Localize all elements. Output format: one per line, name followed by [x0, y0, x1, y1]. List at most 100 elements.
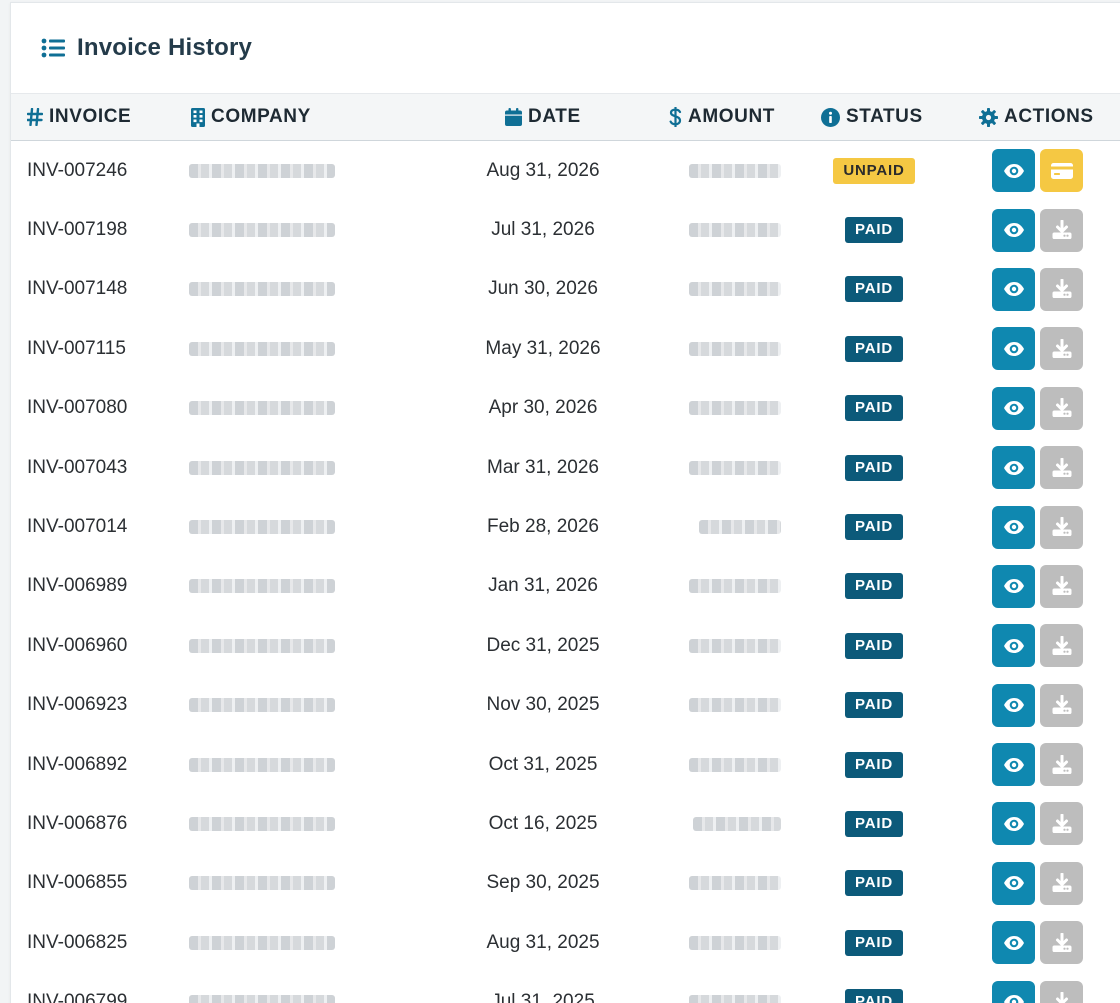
invoice-number: INV-007043 [27, 456, 128, 478]
status-cell: PAID [824, 616, 924, 675]
download-invoice-button[interactable] [1040, 683, 1083, 727]
column-header-invoice[interactable]: INVOICE [27, 94, 131, 140]
download-invoice-button[interactable] [1040, 327, 1083, 371]
eye-icon [1003, 875, 1025, 891]
view-invoice-button[interactable] [992, 802, 1035, 846]
download-icon [1052, 279, 1072, 299]
download-invoice-button[interactable] [1040, 505, 1083, 549]
status-badge: PAID [845, 810, 903, 837]
invoice-date: Dec 31, 2025 [486, 634, 600, 656]
column-label-invoice: INVOICE [49, 106, 132, 127]
status-badge: PAID [845, 870, 903, 897]
company-name-redacted [189, 616, 339, 675]
download-invoice-button[interactable] [1040, 386, 1083, 430]
eye-icon [1003, 341, 1025, 357]
invoice-amount-redacted [671, 319, 781, 378]
invoice-date: Aug 31, 2026 [486, 159, 600, 181]
company-name-redacted [189, 319, 339, 378]
column-label-status: STATUS [846, 106, 923, 127]
download-invoice-button[interactable] [1040, 564, 1083, 608]
eye-icon [1003, 222, 1025, 238]
download-invoice-button[interactable] [1040, 743, 1083, 787]
company-name-redacted [189, 913, 339, 972]
view-invoice-button[interactable] [992, 861, 1035, 905]
download-icon [1052, 338, 1072, 359]
table-row: INV-006960 Dec 31, 2025 PAID [11, 616, 1120, 675]
actions-cell [992, 200, 1088, 259]
company-name-redacted [189, 735, 339, 794]
invoice-number: INV-006892 [27, 753, 128, 775]
invoice-amount-redacted [671, 141, 781, 200]
view-invoice-button[interactable] [992, 624, 1035, 668]
invoice-amount-redacted [671, 972, 781, 1003]
view-invoice-button[interactable] [992, 921, 1035, 965]
view-invoice-button[interactable] [992, 743, 1035, 787]
invoice-amount-redacted [671, 616, 781, 675]
table-row: INV-006799 Jul 31, 2025 PAID [11, 972, 1120, 1003]
invoice-date: Oct 16, 2025 [488, 812, 598, 834]
status-badge: PAID [845, 573, 903, 600]
download-invoice-button[interactable] [1040, 208, 1083, 252]
download-icon [1052, 576, 1072, 596]
status-badge: PAID [845, 514, 903, 541]
download-invoice-button[interactable] [1040, 267, 1083, 311]
view-invoice-button[interactable] [992, 980, 1035, 1003]
column-header-company[interactable]: COMPANY [191, 94, 311, 140]
eye-icon [1003, 638, 1025, 654]
download-icon [1052, 813, 1072, 834]
column-header-amount[interactable]: AMOUNT [669, 94, 775, 140]
invoice-amount-redacted [671, 438, 781, 497]
status-cell: PAID [824, 200, 924, 259]
invoice-date: Aug 31, 2025 [486, 931, 600, 953]
view-invoice-button[interactable] [992, 564, 1035, 608]
invoice-date: Oct 31, 2025 [488, 753, 598, 775]
status-badge: PAID [845, 217, 903, 244]
column-header-status[interactable]: STATUS [821, 94, 923, 140]
company-name-redacted [189, 854, 339, 913]
company-name-redacted [189, 200, 339, 259]
invoice-date: Feb 28, 2026 [487, 516, 599, 538]
page-title: Invoice History [77, 34, 253, 61]
eye-icon [1003, 578, 1025, 594]
view-invoice-button[interactable] [992, 267, 1035, 311]
invoice-date: Nov 30, 2025 [486, 694, 600, 716]
company-name-redacted [189, 676, 339, 735]
table-row: INV-007246 Aug 31, 2026 UNPAID [11, 141, 1120, 200]
invoice-amount-redacted [671, 379, 781, 438]
column-header-date[interactable]: DATE [505, 94, 581, 140]
view-invoice-button[interactable] [992, 683, 1035, 727]
download-invoice-button[interactable] [1040, 921, 1083, 965]
invoice-amount-redacted [671, 735, 781, 794]
download-invoice-button[interactable] [1040, 861, 1083, 905]
invoice-number: INV-006989 [27, 575, 128, 597]
view-invoice-button[interactable] [992, 208, 1035, 252]
actions-cell [992, 497, 1088, 556]
download-icon [1052, 457, 1072, 478]
view-invoice-button[interactable] [992, 149, 1035, 193]
download-invoice-button[interactable] [1040, 980, 1083, 1003]
list-icon [41, 38, 65, 58]
table-body: INV-007246 Aug 31, 2026 UNPAID INV-00719… [11, 141, 1120, 1003]
view-invoice-button[interactable] [992, 505, 1035, 549]
download-invoice-button[interactable] [1040, 802, 1083, 846]
actions-cell [992, 379, 1088, 438]
download-invoice-button[interactable] [1040, 624, 1083, 668]
status-cell: PAID [824, 497, 924, 556]
view-invoice-button[interactable] [992, 327, 1035, 371]
company-name-redacted [189, 497, 339, 556]
eye-icon [1003, 697, 1025, 713]
download-icon [1052, 873, 1072, 893]
download-invoice-button[interactable] [1040, 446, 1083, 490]
invoice-number: INV-006876 [27, 812, 128, 834]
invoice-number: INV-006799 [27, 991, 128, 1003]
status-cell: PAID [824, 319, 924, 378]
view-invoice-button[interactable] [992, 446, 1035, 490]
eye-icon [1003, 163, 1025, 179]
invoice-amount-redacted [671, 260, 781, 319]
table-row: INV-006876 Oct 16, 2025 PAID [11, 794, 1120, 853]
status-cell: PAID [824, 379, 924, 438]
table-row: INV-006855 Sep 30, 2025 PAID [11, 854, 1120, 913]
view-invoice-button[interactable] [992, 386, 1035, 430]
pay-invoice-button[interactable] [1040, 149, 1083, 193]
company-name-redacted [189, 794, 339, 853]
